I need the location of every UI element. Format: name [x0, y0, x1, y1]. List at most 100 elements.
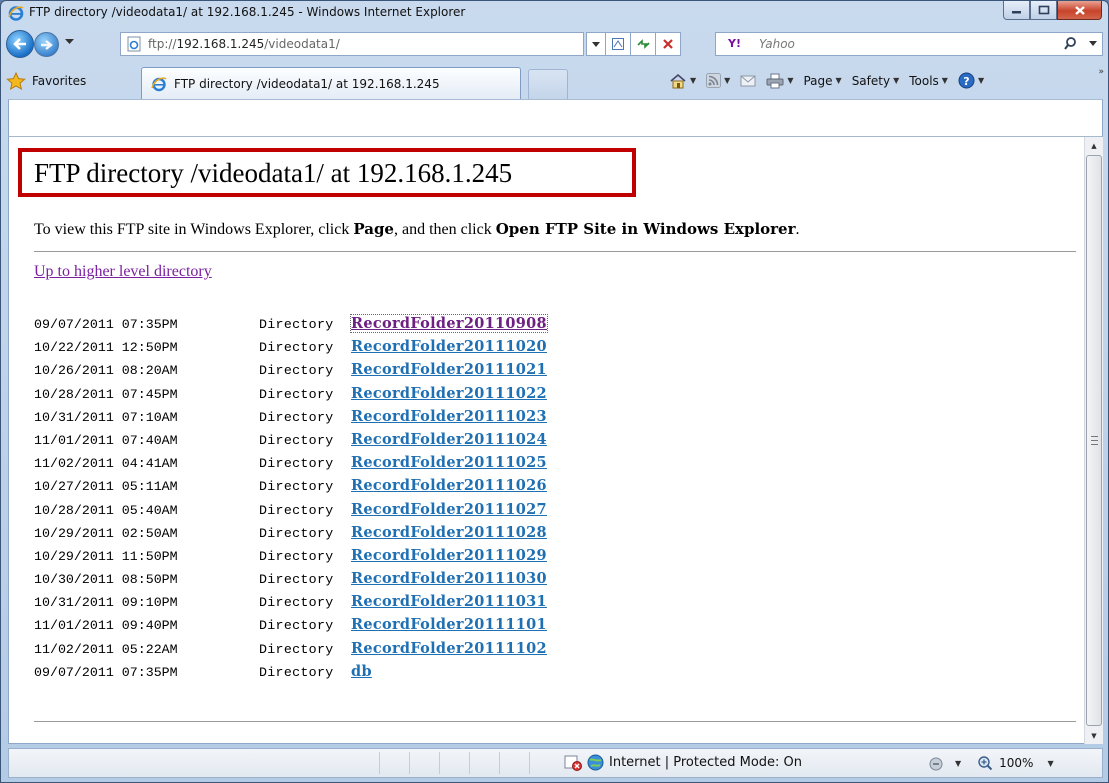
home-dropdown-icon[interactable]: ▼: [690, 76, 696, 85]
entry-type: Directory: [259, 363, 334, 379]
tools-menu-button[interactable]: Tools ▼: [909, 74, 948, 88]
folder-link[interactable]: RecordFolder20111023: [351, 408, 547, 425]
command-bar: Favorites FTP directory /videodata1/ at …: [1, 63, 1108, 99]
entry-type: Directory: [259, 409, 334, 425]
ie-page-icon: [151, 77, 167, 92]
status-divider: [469, 752, 470, 774]
print-button[interactable]: ▼: [766, 73, 793, 89]
page-menu-button[interactable]: Page ▼: [803, 74, 841, 88]
entry-datetime: 11/01/2011 07:40AM: [34, 432, 178, 448]
entry-type: Directory: [259, 340, 334, 356]
chevron-down-icon: [592, 41, 600, 47]
more-commands-chevron-icon[interactable]: »: [1098, 67, 1104, 77]
status-right: ▼ 100% ▼: [927, 755, 1054, 771]
zoom-level[interactable]: 100%: [999, 756, 1033, 770]
scroll-up-button[interactable]: ▲: [1085, 137, 1103, 154]
status-divider: [409, 752, 410, 774]
refresh-icon: [636, 39, 650, 49]
blocked-content-icon: [564, 755, 582, 771]
back-button[interactable]: [6, 30, 34, 58]
folder-link[interactable]: RecordFolder20111101: [351, 616, 547, 633]
entry-datetime: 09/07/2011 07:35PM: [34, 664, 178, 680]
refresh-button[interactable]: [631, 32, 656, 56]
back-arrow-icon: [13, 38, 26, 50]
close-window-button[interactable]: [1057, 1, 1102, 20]
scroll-thumb[interactable]: [1086, 155, 1102, 726]
entry-datetime: 10/30/2011 08:50PM: [34, 572, 178, 588]
tab-ftp-directory[interactable]: FTP directory /videodata1/ at 192.168.1.…: [141, 67, 521, 99]
page-icon: [127, 36, 141, 52]
safety-dropdown-icon: ▼: [893, 76, 900, 85]
entry-datetime: 10/28/2011 05:40AM: [34, 502, 178, 518]
entry-datetime: 10/28/2011 07:45PM: [34, 386, 178, 402]
search-box[interactable]: Y! Yahoo: [715, 32, 1103, 56]
folder-link[interactable]: RecordFolder20110908: [350, 314, 548, 333]
address-dropdown-button[interactable]: [586, 32, 606, 56]
address-tools: [586, 32, 681, 56]
caption-buttons: [1003, 1, 1102, 20]
folder-link[interactable]: RecordFolder20111102: [351, 640, 547, 657]
folder-link[interactable]: RecordFolder20111020: [351, 338, 547, 355]
help-button[interactable]: ? ▼: [958, 72, 984, 89]
entry-datetime: 10/31/2011 09:10PM: [34, 595, 178, 611]
folder-link[interactable]: RecordFolder20111027: [351, 501, 547, 518]
folder-link[interactable]: RecordFolder20111028: [351, 524, 547, 541]
stop-button[interactable]: [656, 32, 681, 56]
tab-title: FTP directory /videodata1/ at 192.168.1.…: [174, 77, 440, 91]
rss-feed-icon: [706, 73, 722, 88]
folder-link[interactable]: RecordFolder20111030: [351, 570, 547, 587]
folder-link[interactable]: RecordFolder20111029: [351, 547, 547, 564]
status-divider: [379, 752, 380, 774]
status-divider: [529, 752, 530, 774]
safety-menu-button[interactable]: Safety ▼: [852, 74, 900, 88]
page-dropdown-icon: ▼: [835, 76, 842, 85]
security-zone[interactable]: Internet | Protected Mode: On: [564, 754, 802, 771]
yahoo-logo: Y!: [728, 37, 741, 50]
scroll-down-button[interactable]: ▼: [1085, 727, 1103, 744]
folder-link[interactable]: db: [351, 663, 372, 680]
home-button[interactable]: ▼: [669, 73, 696, 89]
maximize-button[interactable]: [1030, 1, 1057, 20]
minimize-button[interactable]: [1003, 1, 1030, 20]
entry-type: Directory: [259, 548, 334, 564]
forward-button[interactable]: [34, 32, 59, 57]
recent-pages-dropdown-icon[interactable]: [65, 39, 74, 45]
search-options-dropdown-icon[interactable]: [1089, 41, 1097, 46]
new-tab-button[interactable]: [528, 69, 568, 99]
title-bar[interactable]: FTP directory /videodata1/ at 192.168.1.…: [1, 1, 1108, 25]
folder-link[interactable]: RecordFolder20111031: [351, 593, 547, 610]
entry-datetime: 11/02/2011 05:22AM: [34, 641, 178, 657]
protected-mode-settings-icon[interactable]: [927, 755, 949, 771]
help-icon: ?: [958, 72, 975, 89]
entry-type: Directory: [259, 618, 334, 634]
favorites-star-icon: [6, 72, 26, 90]
up-level-link[interactable]: Up to higher level directory: [34, 263, 212, 281]
home-icon: [670, 73, 686, 88]
instruction-open-ftp-term: Open FTP Site in Windows Explorer: [495, 220, 796, 238]
search-icon[interactable]: [1064, 36, 1080, 52]
folder-link[interactable]: RecordFolder20111021: [351, 361, 547, 378]
favorites-button[interactable]: Favorites: [6, 69, 86, 93]
compatibility-view-button[interactable]: [606, 32, 631, 56]
feeds-dropdown-icon[interactable]: ▼: [724, 76, 730, 85]
print-dropdown-icon[interactable]: ▼: [787, 76, 793, 85]
folder-link[interactable]: RecordFolder20111022: [351, 385, 547, 402]
folder-link[interactable]: RecordFolder20111026: [351, 477, 547, 494]
folder-link[interactable]: RecordFolder20111025: [351, 454, 547, 471]
search-placeholder[interactable]: Yahoo: [759, 37, 795, 51]
address-bar[interactable]: ftp://192.168.1.245/videodata1/: [120, 32, 584, 56]
settings-dropdown-icon[interactable]: ▼: [955, 759, 961, 768]
entry-datetime: 11/01/2011 09:40PM: [34, 618, 178, 634]
status-divider: [439, 752, 440, 774]
tools-dropdown-icon: ▼: [941, 76, 948, 85]
stop-icon: [663, 39, 673, 49]
entry-datetime: 10/31/2011 07:10AM: [34, 409, 178, 425]
folder-link[interactable]: RecordFolder20111024: [351, 431, 547, 448]
page-menu-label: Page: [803, 73, 833, 88]
feeds-button[interactable]: ▼: [706, 73, 730, 88]
vertical-scrollbar[interactable]: ▲ ▼: [1084, 137, 1103, 744]
address-host: 192.168.1.245: [176, 37, 265, 51]
zoom-dropdown-icon[interactable]: ▼: [1047, 759, 1053, 768]
read-mail-button[interactable]: [740, 75, 756, 87]
address-text[interactable]: ftp://192.168.1.245/videodata1/: [148, 37, 340, 51]
